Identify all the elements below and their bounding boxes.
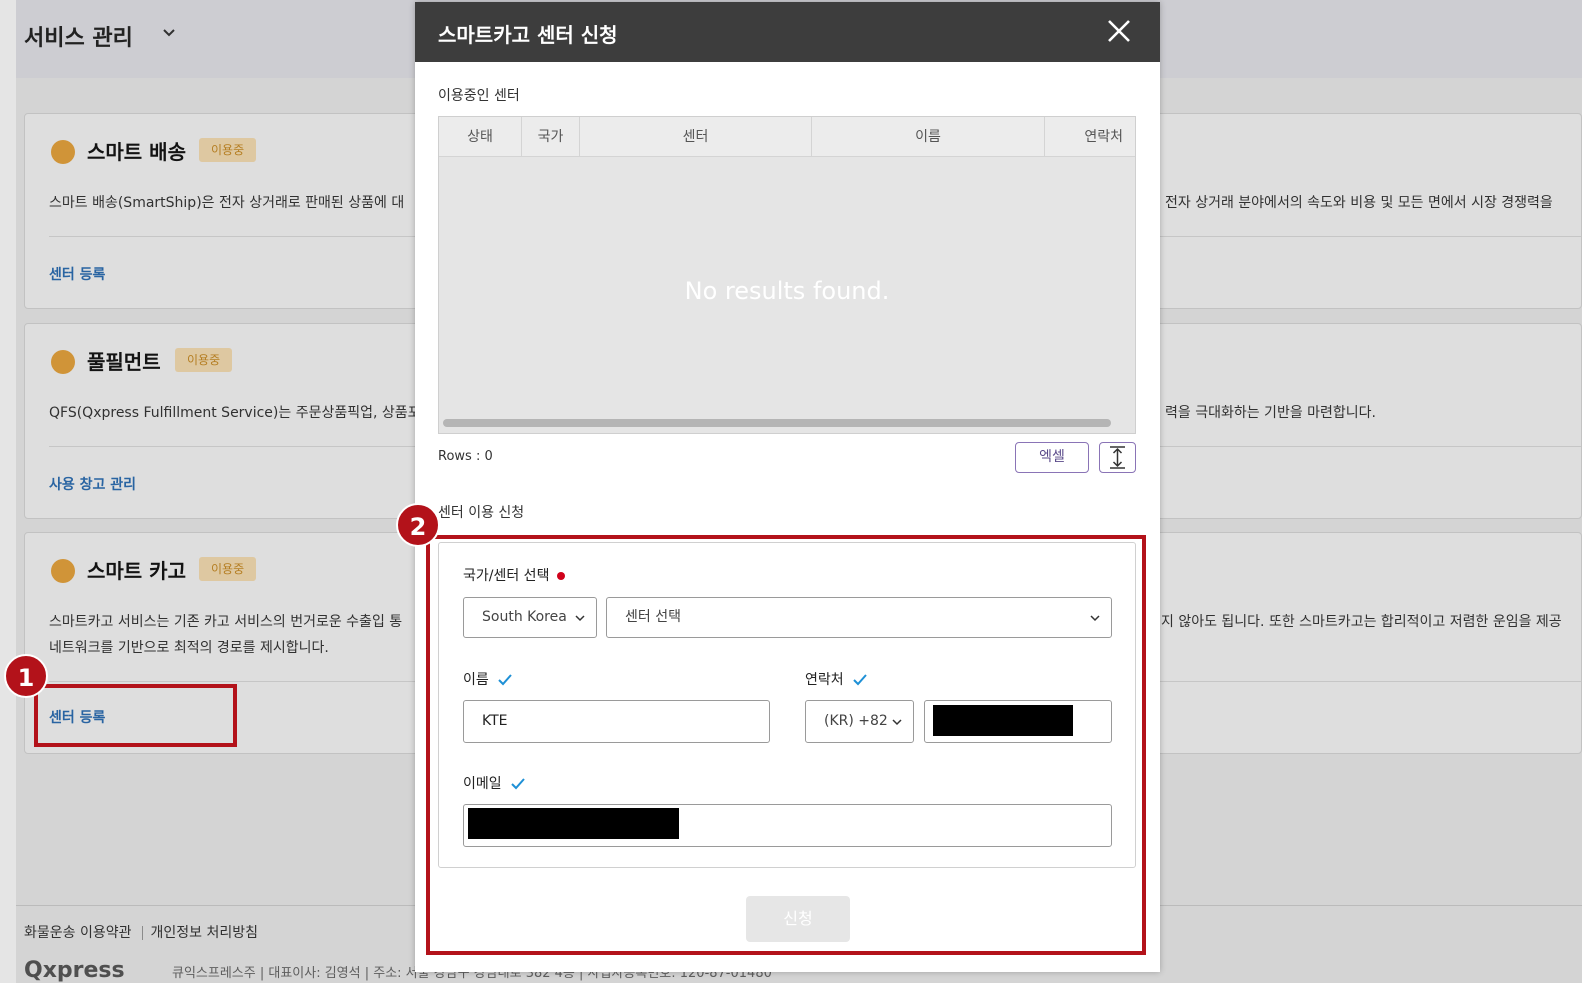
annotation-badge-2: 2: [396, 503, 440, 547]
modal-title: 스마트카고 센터 신청: [438, 23, 618, 47]
column-header-contact[interactable]: 연락처: [1045, 117, 1135, 157]
modal-header: 스마트카고 센터 신청: [415, 2, 1160, 62]
in-use-center-label: 이용중인 센터: [438, 88, 520, 104]
excel-button[interactable]: 엑셀: [1015, 442, 1089, 473]
rows-count: Rows : 0: [438, 449, 493, 464]
column-header-name[interactable]: 이름: [812, 117, 1045, 157]
grid-empty-message: No results found.: [684, 277, 890, 305]
annotation-box-1: [34, 684, 237, 747]
expand-vertical-icon: [1110, 446, 1125, 469]
column-header-country[interactable]: 국가: [522, 117, 580, 157]
annotation-box-2: [426, 535, 1146, 955]
expand-button[interactable]: [1099, 442, 1136, 473]
center-grid: 상태 국가 센터 이름 연락처 No results found.: [438, 116, 1136, 434]
apply-section-label: 센터 이용 신청: [438, 505, 525, 521]
annotation-badge-1: 1: [4, 654, 48, 698]
grid-header: 상태 국가 센터 이름 연락처: [439, 117, 1135, 157]
horizontal-scrollbar[interactable]: [443, 419, 1111, 427]
close-icon[interactable]: [1106, 18, 1132, 44]
column-header-center[interactable]: 센터: [580, 117, 812, 157]
column-header-status[interactable]: 상태: [439, 117, 522, 157]
